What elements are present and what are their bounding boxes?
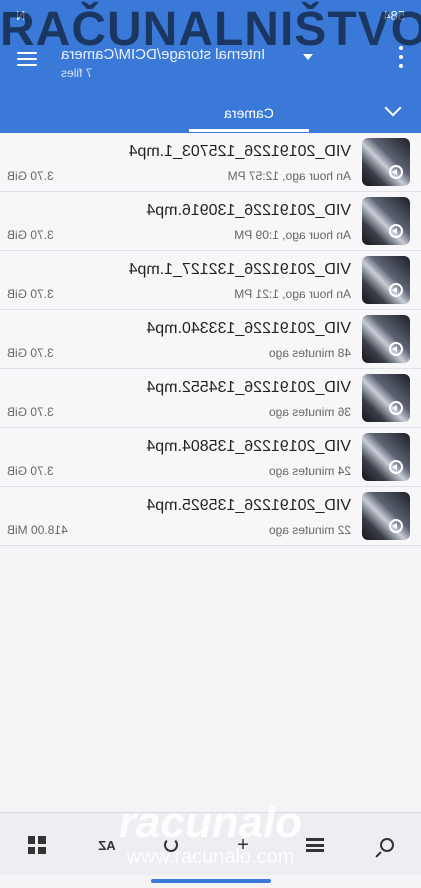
- file-row[interactable]: VID_20191226_130916.mp4 An hour ago, 1:0…: [0, 192, 421, 251]
- file-row[interactable]: VID_20191226_133340.mp4 48 minutes ago 3…: [0, 310, 421, 369]
- file-name: VID_20191226_132127_1.mp4: [128, 261, 351, 278]
- file-modified: 36 minutes ago: [268, 405, 351, 419]
- chevron-down-icon[interactable]: [384, 99, 402, 117]
- play-icon: [389, 342, 403, 356]
- select-all-icon[interactable]: [23, 831, 51, 859]
- file-size: 418.00 MiB: [7, 523, 68, 537]
- video-thumbnail: [362, 197, 410, 245]
- file-row[interactable]: VID_20191226_135804.mp4 24 minutes ago 3…: [0, 428, 421, 487]
- list-view-icon[interactable]: [301, 831, 329, 859]
- file-name: VID_20191226_130916.mp4: [146, 202, 351, 219]
- app-header: 584 N Internal storage/DCIM/Camera 7 fil…: [0, 0, 421, 133]
- file-name: VID_20191226_133340.mp4: [146, 320, 351, 337]
- file-name: VID_20191226_134552.mp4: [146, 379, 351, 396]
- file-size: 3.70 GiB: [7, 346, 54, 360]
- play-icon: [389, 401, 403, 415]
- video-thumbnail: [362, 315, 410, 363]
- bottom-toolbar: + AZ: [0, 812, 421, 875]
- video-thumbnail: [362, 256, 410, 304]
- file-name: VID_20191226_135925.mp4: [146, 497, 351, 514]
- play-icon: [389, 224, 403, 238]
- file-size: 3.70 GiB: [7, 405, 54, 419]
- file-modified: 22 minutes ago: [268, 523, 351, 537]
- search-icon[interactable]: [373, 831, 401, 859]
- refresh-icon[interactable]: [157, 831, 185, 859]
- status-left: 584: [383, 7, 405, 23]
- file-row[interactable]: VID_20191226_135925.mp4 22 minutes ago 4…: [0, 487, 421, 546]
- play-icon: [389, 165, 403, 179]
- folder-tabs: Camera: [0, 92, 421, 133]
- file-size: 3.70 GiB: [7, 287, 54, 301]
- file-row[interactable]: VID_20191226_134552.mp4 36 minutes ago 3…: [0, 369, 421, 428]
- overflow-menu-icon[interactable]: [399, 46, 403, 68]
- play-icon: [389, 460, 403, 474]
- file-modified: An hour ago, 1:09 PM: [234, 228, 351, 242]
- file-name: VID_20191226_125703_1.mp4: [128, 143, 351, 160]
- file-count: 7 files: [61, 66, 93, 80]
- gesture-nav-handle[interactable]: [151, 879, 271, 883]
- status-bar: 584 N: [0, 0, 421, 30]
- play-icon: [389, 519, 403, 533]
- video-thumbnail: [362, 138, 410, 186]
- video-thumbnail: [362, 433, 410, 481]
- file-name: VID_20191226_135804.mp4: [146, 438, 351, 455]
- file-modified: 48 minutes ago: [268, 346, 351, 360]
- play-icon: [389, 283, 403, 297]
- file-modified: 24 minutes ago: [268, 464, 351, 478]
- file-size: 3.70 GiB: [7, 228, 54, 242]
- path-breadcrumb[interactable]: Internal storage/DCIM/Camera 7 files: [61, 46, 391, 80]
- file-row[interactable]: VID_20191226_125703_1.mp4 An hour ago, 1…: [0, 133, 421, 192]
- file-modified: An hour ago, 1:21 PM: [234, 287, 351, 301]
- file-list: VID_20191226_125703_1.mp4 An hour ago, 1…: [0, 133, 421, 546]
- sort-az-icon[interactable]: AZ: [93, 831, 121, 859]
- path-dropdown-icon[interactable]: [303, 54, 313, 60]
- file-manager-screen: 584 N Internal storage/DCIM/Camera 7 fil…: [0, 0, 421, 888]
- video-thumbnail: [362, 492, 410, 540]
- file-size: 3.70 GiB: [7, 464, 54, 478]
- video-thumbnail: [362, 374, 410, 422]
- add-icon[interactable]: +: [229, 831, 257, 859]
- file-size: 3.70 GiB: [7, 169, 54, 183]
- status-right: N: [16, 7, 26, 23]
- active-tab-indicator: [189, 129, 309, 132]
- file-modified: An hour ago, 12:57 PM: [227, 169, 351, 183]
- tab-camera[interactable]: Camera: [189, 92, 309, 133]
- current-path: Internal storage/DCIM/Camera: [61, 46, 266, 63]
- file-row[interactable]: VID_20191226_132127_1.mp4 An hour ago, 1…: [0, 251, 421, 310]
- hamburger-menu-icon[interactable]: [17, 52, 37, 66]
